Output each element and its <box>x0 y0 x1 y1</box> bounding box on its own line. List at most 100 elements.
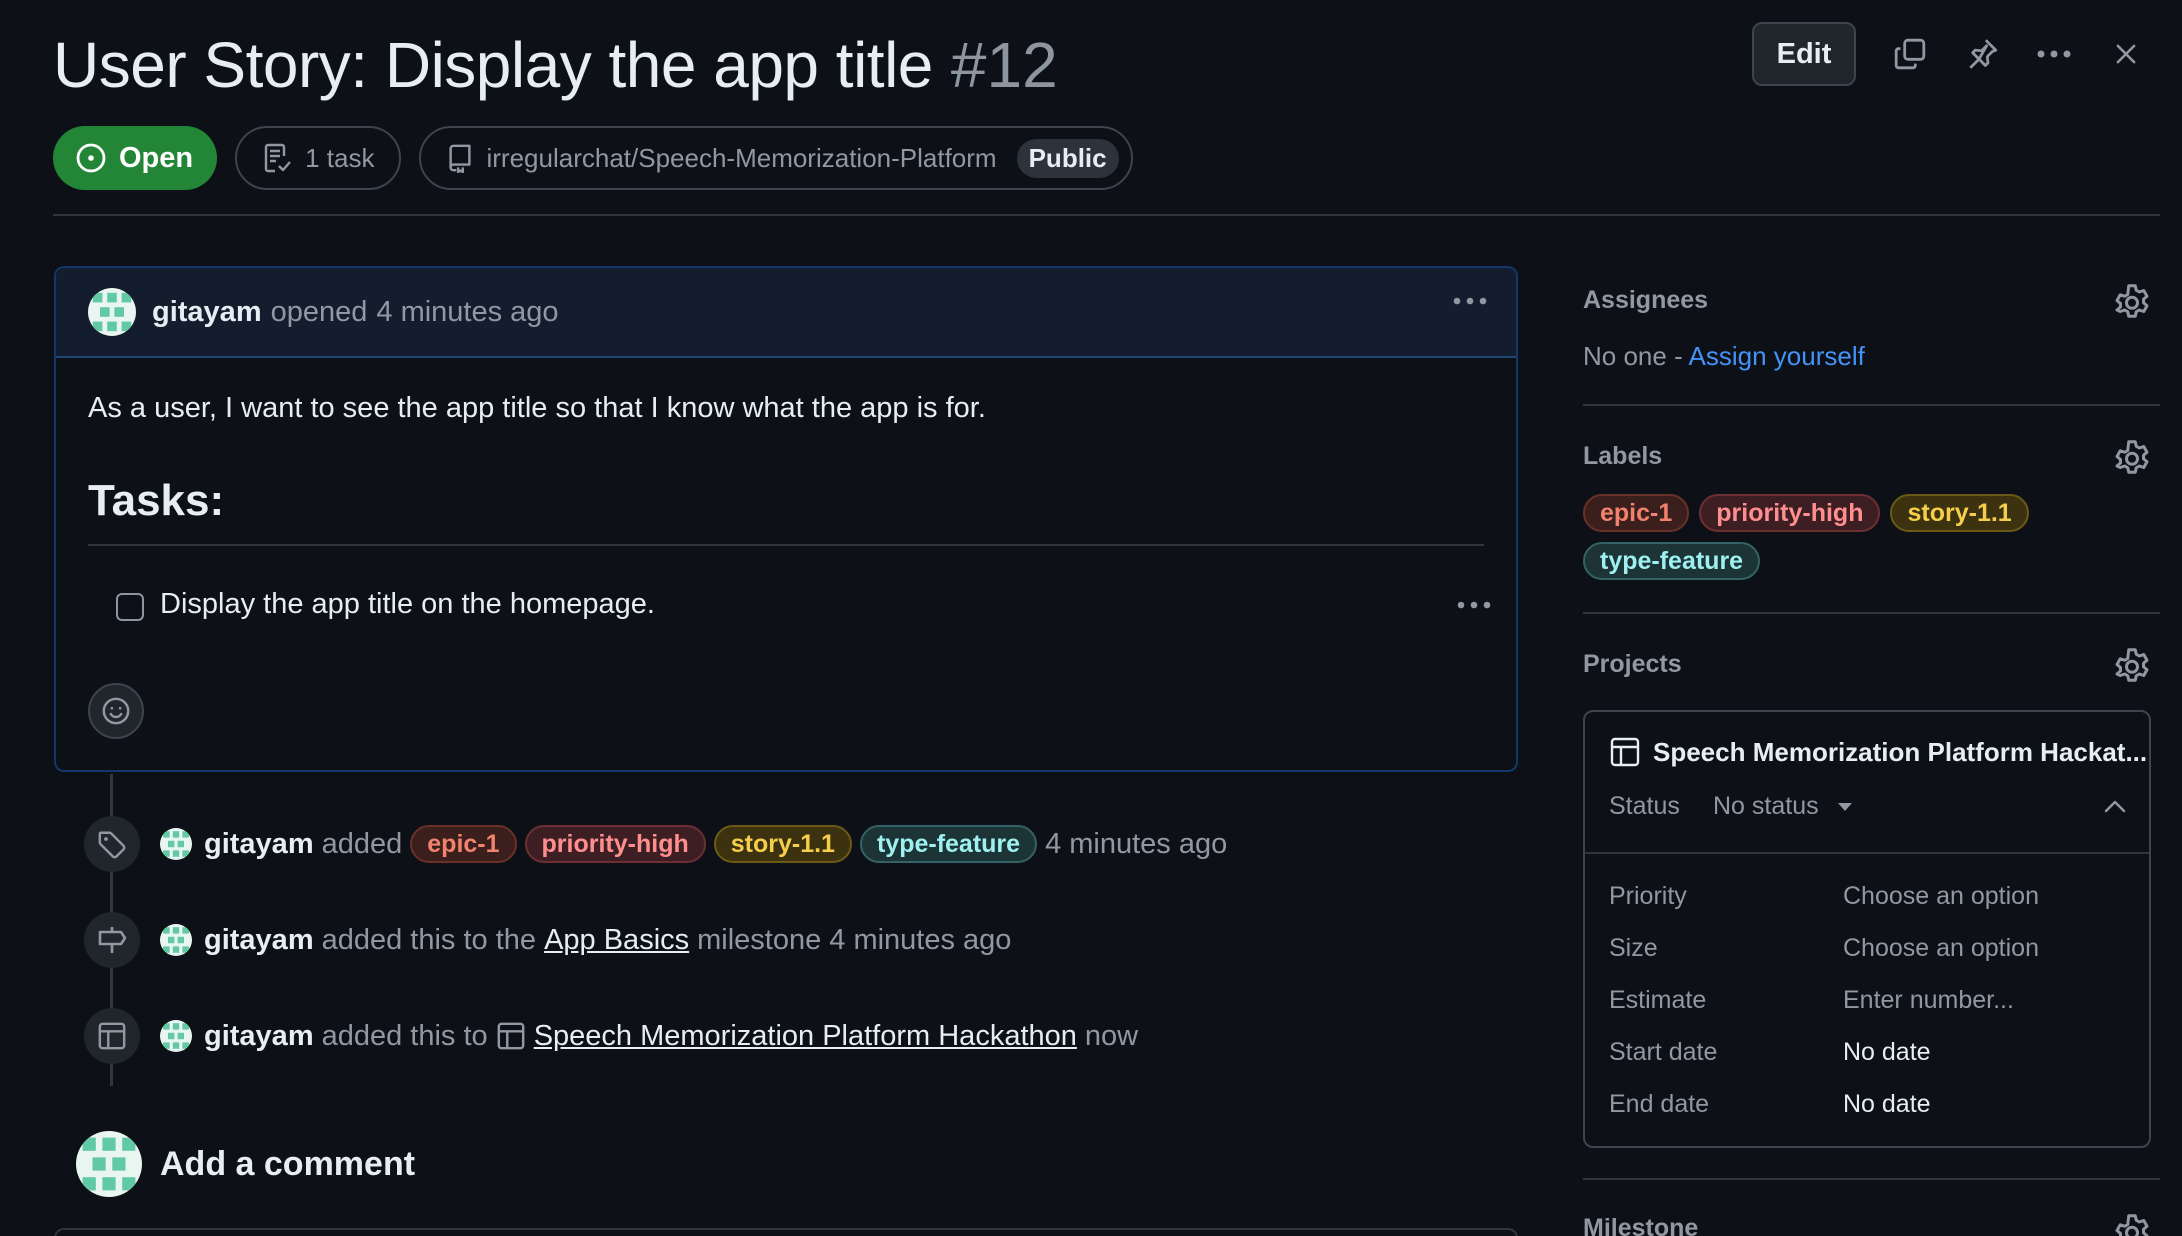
table-icon <box>1609 736 1641 768</box>
copy-icon[interactable] <box>1886 30 1934 78</box>
field-start-date[interactable]: Start date No date <box>1609 1038 1931 1067</box>
avatar[interactable] <box>76 1131 142 1197</box>
label-story-1-1[interactable]: story-1.1 <box>713 825 852 863</box>
status-dropdown[interactable]: No status <box>1713 792 1853 821</box>
edit-button[interactable]: Edit <box>1752 22 1856 86</box>
label-epic-1[interactable]: epic-1 <box>1583 494 1690 532</box>
opened-text: opened <box>270 295 368 328</box>
header-divider <box>53 214 2160 216</box>
project-link[interactable]: Speech Memorization Platform Hackathon <box>534 1020 1077 1053</box>
project-card-divider <box>1585 852 2149 854</box>
field-size[interactable]: Size Choose an option <box>1609 934 2039 963</box>
label-type-feature[interactable]: type-feature <box>859 825 1038 863</box>
labels-heading: Labels <box>1583 442 1663 470</box>
label-type-feature[interactable]: type-feature <box>1583 542 1761 580</box>
avatar[interactable] <box>160 924 192 956</box>
heading-rule <box>88 544 1484 546</box>
field-value: Enter number... <box>1843 986 2014 1014</box>
timeline-labels-event: gitayam added epic-1 priority-high story… <box>160 816 1227 872</box>
task-checkbox[interactable] <box>116 593 144 621</box>
event-verb: added this to <box>321 1019 488 1052</box>
state-label: Open <box>119 141 194 174</box>
sidebar-divider <box>1583 404 2160 406</box>
smiley-icon <box>101 696 131 726</box>
task-count: 1 task <box>305 142 375 173</box>
comment-header: gitayam opened 4 minutes ago <box>56 268 1516 358</box>
assign-yourself-link[interactable]: Assign yourself <box>1689 341 1865 371</box>
assignees-value: No one - Assign yourself <box>1583 341 1865 372</box>
label-priority-high[interactable]: priority-high <box>1699 494 1881 532</box>
sidebar-divider <box>1583 1178 2160 1180</box>
issue-opened-icon <box>75 142 107 174</box>
issue-body-text: As a user, I want to see the app title s… <box>88 392 986 424</box>
close-icon[interactable] <box>2102 30 2150 78</box>
status-label: Status <box>1609 792 1680 820</box>
project-name[interactable]: Speech Memorization Platform Hackat... <box>1653 737 2147 768</box>
comment-options-icon[interactable] <box>1452 296 1488 306</box>
pin-icon[interactable] <box>1958 30 2006 78</box>
event-time[interactable]: now <box>1085 1020 1138 1053</box>
event-suffix: milestone <box>697 923 822 956</box>
field-key: Priority <box>1609 882 1687 910</box>
field-value: Choose an option <box>1843 882 2039 910</box>
milestone-icon <box>84 912 140 968</box>
issue-meta-row: Open 1 task irregularchat/Speech-Memoriz… <box>53 126 1133 190</box>
project-title-row[interactable]: Speech Memorization Platform Hackat... <box>1609 736 2147 768</box>
field-key: Start date <box>1609 1038 1718 1066</box>
add-comment-heading: Add a comment <box>160 1144 416 1183</box>
author-name[interactable]: gitayam <box>152 296 262 329</box>
add-reaction-button[interactable] <box>88 683 144 739</box>
field-priority[interactable]: Priority Choose an option <box>1609 882 2039 911</box>
timeline-milestone-event: gitayam added this to the App Basics mil… <box>160 912 1011 968</box>
projects-heading: Projects <box>1583 650 1682 678</box>
field-estimate[interactable]: Estimate Enter number... <box>1609 986 2014 1015</box>
task-item-text: Display the app title on the homepage. <box>160 588 655 620</box>
field-end-date[interactable]: End date No date <box>1609 1090 1931 1119</box>
event-user[interactable]: gitayam <box>204 1020 314 1053</box>
avatar[interactable] <box>160 828 192 860</box>
event-user[interactable]: gitayam <box>204 924 314 957</box>
kebab-horizontal-icon[interactable] <box>2030 30 2078 78</box>
gear-icon[interactable] <box>2112 282 2152 322</box>
checklist-icon <box>261 142 293 174</box>
table-icon <box>84 1008 140 1064</box>
comment-editor[interactable] <box>54 1228 1518 1236</box>
field-value: Choose an option <box>1843 934 2039 962</box>
gear-icon[interactable] <box>2112 1212 2152 1236</box>
label-epic-1[interactable]: epic-1 <box>410 825 517 863</box>
triangle-down-icon <box>1837 802 1853 812</box>
event-verb: added <box>321 827 403 860</box>
field-key: Size <box>1609 934 1658 962</box>
event-time[interactable]: 4 minutes ago <box>829 924 1011 957</box>
event-verb: added this to the <box>321 923 537 956</box>
chevron-up-icon[interactable] <box>2103 798 2127 814</box>
gear-icon[interactable] <box>2112 646 2152 686</box>
task-options-icon[interactable] <box>1456 600 1492 610</box>
field-value: No date <box>1843 1090 1931 1118</box>
field-key: Estimate <box>1609 986 1707 1014</box>
milestone-link[interactable]: App Basics <box>544 924 689 957</box>
sidebar-divider <box>1583 612 2160 614</box>
event-user[interactable]: gitayam <box>204 828 314 861</box>
repo-name: irregularchat/Speech-Memorization-Platfo… <box>486 142 997 173</box>
avatar[interactable] <box>160 1020 192 1052</box>
event-time[interactable]: 4 minutes ago <box>1045 828 1227 861</box>
repo-pill[interactable]: irregularchat/Speech-Memorization-Platfo… <box>418 126 1133 190</box>
issue-body-card: gitayam opened 4 minutes ago <box>54 266 1518 772</box>
label-priority-high[interactable]: priority-high <box>524 825 706 863</box>
assignees-none: No one - <box>1583 341 1683 371</box>
gear-icon[interactable] <box>2112 438 2152 478</box>
task-count-pill[interactable]: 1 task <box>235 126 401 190</box>
issue-title-row: User Story: Display the app title #12 <box>53 22 1058 108</box>
repo-icon <box>445 143 475 173</box>
tag-icon <box>84 816 140 872</box>
project-status-row: Status No status <box>1609 792 1853 821</box>
avatar[interactable] <box>88 288 136 336</box>
opened-time[interactable]: 4 minutes ago <box>376 296 558 329</box>
add-comment-header: Add a comment <box>76 1131 415 1197</box>
project-table-icon <box>496 1021 526 1051</box>
status-value: No status <box>1713 792 1819 820</box>
label-story-1-1[interactable]: story-1.1 <box>1890 494 2029 532</box>
sidebar-labels: epic-1 priority-high story-1.1 type-feat… <box>1583 494 2143 580</box>
issue-number: #12 <box>950 29 1058 101</box>
